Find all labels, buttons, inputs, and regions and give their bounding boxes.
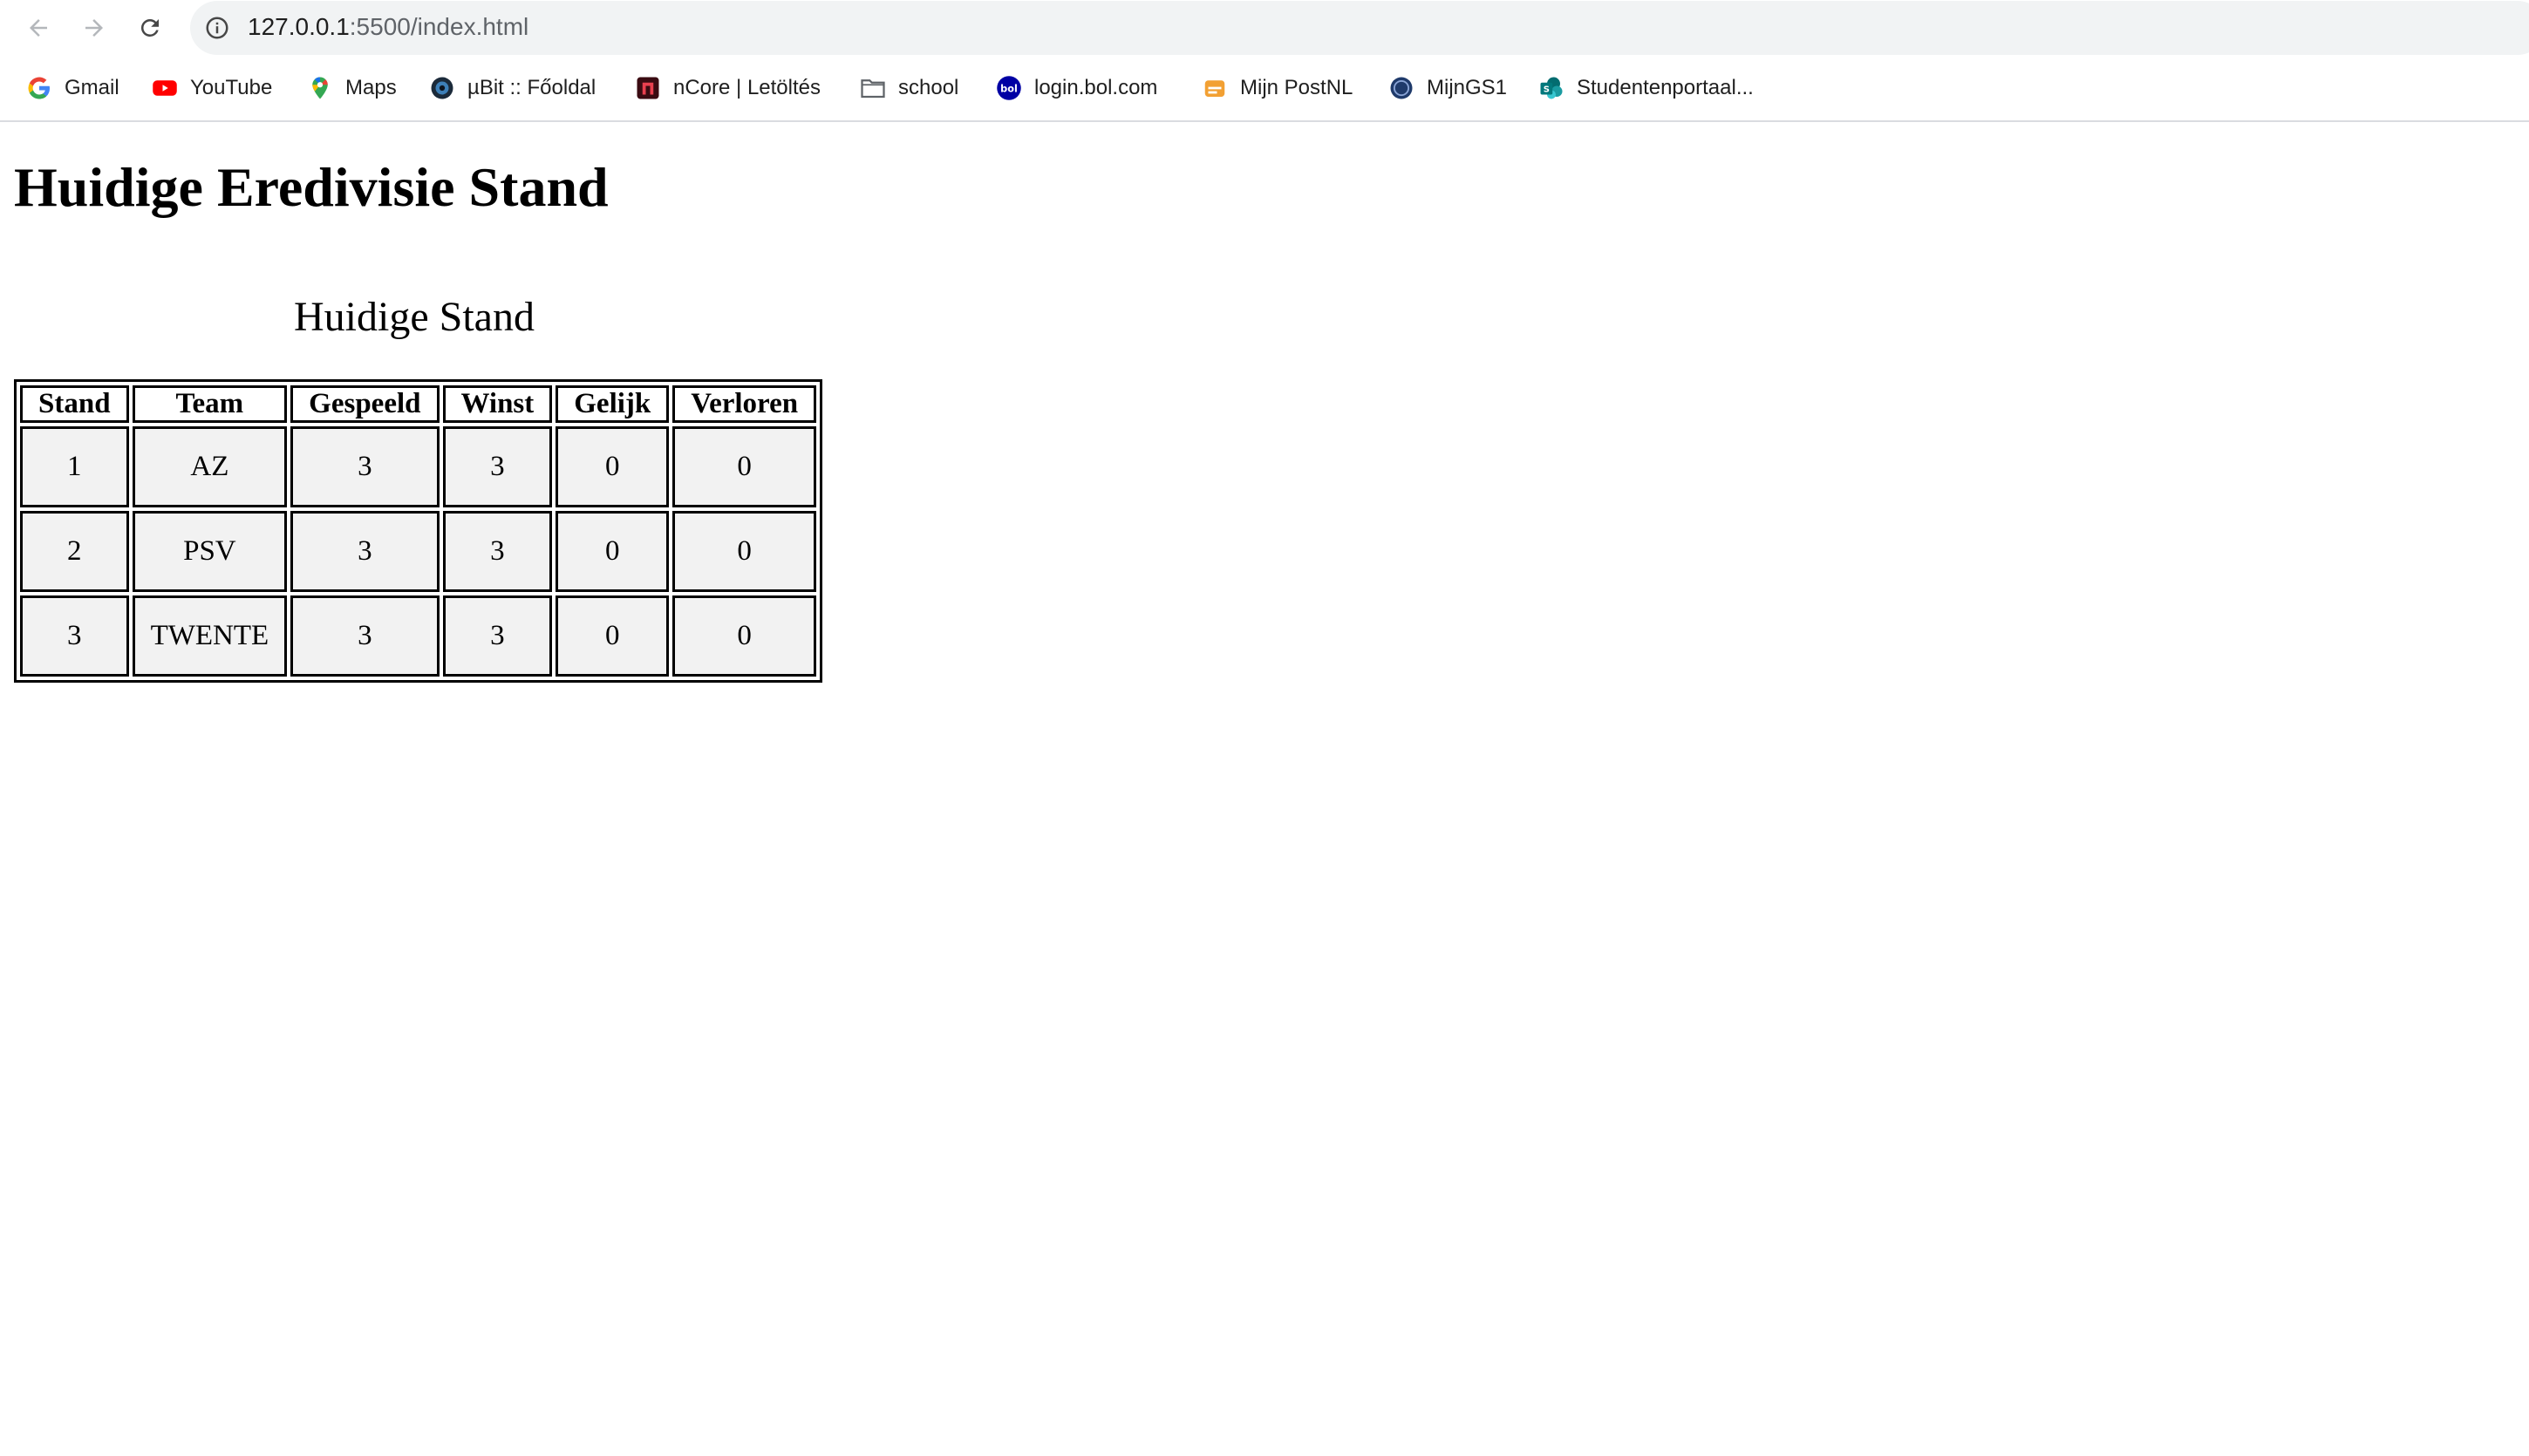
google-icon bbox=[28, 77, 50, 99]
sharepoint-icon: S bbox=[1540, 77, 1563, 99]
bookmark-label: school bbox=[898, 76, 959, 99]
column-header-winst: Winst bbox=[442, 385, 553, 423]
bookmark-postnl[interactable]: Mijn PostNL bbox=[1202, 73, 1353, 103]
cell-verloren: 0 bbox=[672, 426, 817, 507]
cell-verloren: 0 bbox=[672, 595, 817, 677]
back-button[interactable] bbox=[21, 10, 56, 45]
reload-button[interactable] bbox=[133, 10, 167, 45]
standings-table: Stand Team Gespeeld Winst Gelijk Verlore… bbox=[14, 379, 823, 683]
cell-stand: 2 bbox=[20, 511, 129, 592]
postnl-icon bbox=[1204, 80, 1225, 97]
bookmark-gmail[interactable]: Gmail bbox=[26, 73, 119, 103]
bookmark-label: Mijn PostNL bbox=[1240, 76, 1353, 99]
reload-icon bbox=[140, 18, 159, 37]
column-header-team: Team bbox=[132, 385, 288, 423]
bookmark-ubit[interactable]: µBit :: Főoldal bbox=[429, 73, 596, 103]
gs1-icon bbox=[1390, 77, 1413, 99]
bookmark-label: Maps bbox=[345, 76, 397, 99]
cell-verloren: 0 bbox=[672, 511, 817, 592]
cell-winst: 3 bbox=[442, 511, 553, 592]
cell-team: TWENTE bbox=[132, 595, 288, 677]
ncore-icon bbox=[637, 77, 659, 99]
table-row: 3 TWENTE 3 3 0 0 bbox=[20, 595, 817, 677]
ubit-icon bbox=[431, 77, 453, 99]
table-header-row: Stand Team Gespeeld Winst Gelijk Verlore… bbox=[20, 385, 817, 423]
bookmark-label: Studentenportaal... bbox=[1577, 76, 1754, 99]
cell-gelijk: 0 bbox=[556, 595, 670, 677]
bol-icon: bol bbox=[997, 76, 1021, 100]
bookmark-youtube[interactable]: YouTube bbox=[152, 73, 272, 103]
column-header-gelijk: Gelijk bbox=[556, 385, 670, 423]
maps-icon bbox=[312, 77, 328, 99]
bookmark-label: login.bol.com bbox=[1034, 76, 1158, 99]
cell-gelijk: 0 bbox=[556, 426, 670, 507]
cell-winst: 3 bbox=[442, 426, 553, 507]
bookmark-ncore[interactable]: nCore | Letöltés bbox=[635, 73, 821, 103]
svg-text:bol: bol bbox=[1000, 83, 1018, 94]
page-title: Huidige Eredivisie Stand bbox=[14, 156, 609, 218]
url-text[interactable]: 127.0.0.1:5500/index.html bbox=[248, 13, 528, 41]
forward-button[interactable] bbox=[77, 10, 112, 45]
svg-text:S: S bbox=[1544, 85, 1550, 94]
bookmark-gs1[interactable]: MijnGS1 bbox=[1388, 73, 1507, 103]
table-row: 2 PSV 3 3 0 0 bbox=[20, 511, 817, 592]
youtube-icon bbox=[153, 80, 177, 96]
bookmark-studentenportaal[interactable]: S Studentenportaal... bbox=[1538, 73, 1754, 103]
cell-winst: 3 bbox=[442, 595, 553, 677]
column-header-stand: Stand bbox=[20, 385, 129, 423]
url-host: 127.0.0.1 bbox=[248, 13, 350, 40]
site-info-icon[interactable] bbox=[204, 15, 230, 41]
cell-team: PSV bbox=[132, 511, 288, 592]
bookmark-bol[interactable]: bol login.bol.com bbox=[996, 73, 1157, 103]
bookmark-label: YouTube bbox=[190, 76, 273, 99]
url-path: :5500/index.html bbox=[349, 13, 529, 40]
bookmark-label: Gmail bbox=[65, 76, 119, 99]
cell-gespeeld: 3 bbox=[290, 595, 440, 677]
bookmark-maps[interactable]: Maps bbox=[307, 73, 397, 103]
bookmark-label: nCore | Letöltés bbox=[673, 76, 821, 99]
bookmark-label: µBit :: Főoldal bbox=[467, 76, 596, 99]
folder-icon bbox=[861, 79, 885, 99]
cell-stand: 1 bbox=[20, 426, 129, 507]
address-bar[interactable]: 127.0.0.1:5500/index.html bbox=[190, 1, 2529, 55]
arrow-left-icon bbox=[30, 19, 47, 37]
cell-stand: 3 bbox=[20, 595, 129, 677]
cell-gelijk: 0 bbox=[556, 511, 670, 592]
table-row: 1 AZ 3 3 0 0 bbox=[20, 426, 817, 507]
table-caption: Huidige Stand bbox=[294, 294, 535, 340]
bookmarks-bar: Gmail YouTube Maps µBit :: Főoldal nCore… bbox=[0, 56, 2529, 122]
bookmark-school[interactable]: school bbox=[860, 73, 958, 103]
cell-gespeeld: 3 bbox=[290, 511, 440, 592]
cell-gespeeld: 3 bbox=[290, 426, 440, 507]
column-header-verloren: Verloren bbox=[672, 385, 817, 423]
arrow-right-icon bbox=[85, 19, 103, 37]
cell-team: AZ bbox=[132, 426, 288, 507]
bookmark-label: MijnGS1 bbox=[1427, 76, 1508, 99]
browser-toolbar: 127.0.0.1:5500/index.html bbox=[0, 0, 2529, 56]
column-header-gespeeld: Gespeeld bbox=[290, 385, 440, 423]
